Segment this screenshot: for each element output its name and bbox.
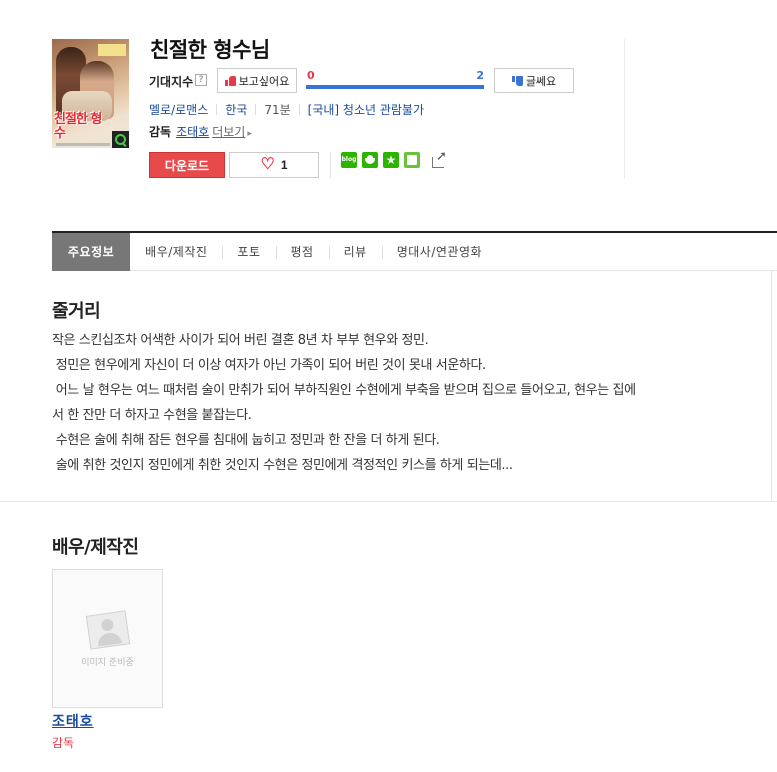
tab-quotes-related[interactable]: 명대사/연관영화 bbox=[381, 233, 497, 271]
poster-caption bbox=[56, 143, 110, 146]
meta-divider bbox=[298, 104, 300, 115]
movie-poster[interactable]: 친절한 형수 bbox=[52, 39, 129, 148]
want-to-see-button[interactable]: 보고싶어요 bbox=[217, 68, 297, 93]
meta-divider bbox=[255, 104, 257, 115]
want-count: 0 bbox=[307, 69, 315, 82]
country-link[interactable]: 한국 bbox=[225, 103, 247, 117]
genre-link[interactable]: 멜로/로맨스 bbox=[149, 103, 208, 117]
not-sure-button[interactable]: 글쎄요 bbox=[494, 68, 574, 93]
want-to-see-label: 보고싶어요 bbox=[238, 75, 290, 88]
photo-placeholder-icon bbox=[85, 610, 131, 650]
cafe-icon[interactable] bbox=[362, 152, 378, 168]
tab-cast-crew[interactable]: 배우/제작진 bbox=[130, 233, 222, 271]
synopsis-line: 작은 스킨십조차 어색한 사이가 되어 버린 결혼 8년 차 부부 현우와 정민… bbox=[52, 333, 429, 348]
synopsis-line: 정민은 현우에게 자신이 더 이상 여자가 아닌 가족이 되어 버린 것이 못내… bbox=[52, 358, 486, 373]
tab-photo[interactable]: 포토 bbox=[222, 233, 275, 271]
bookmark-star-icon[interactable]: ★ bbox=[383, 152, 399, 168]
synopsis-heading: 줄거리 bbox=[52, 301, 101, 322]
action-divider bbox=[330, 152, 331, 178]
poster-title: 친절한 형수 bbox=[54, 112, 102, 141]
meta-divider bbox=[216, 104, 218, 115]
share-icon[interactable] bbox=[431, 149, 449, 168]
share-icons: blog ★ bbox=[341, 149, 449, 168]
movie-title: 친절한 형수님 bbox=[150, 38, 270, 62]
director-label: 감독 bbox=[149, 125, 172, 139]
header-right-rule bbox=[624, 39, 625, 179]
download-button[interactable]: 다운로드 bbox=[149, 152, 225, 178]
more-link[interactable]: 더보기 bbox=[212, 125, 245, 139]
director-line: 감독 조태호 더보기 ▸ bbox=[149, 123, 252, 140]
blog-icon[interactable]: blog bbox=[341, 152, 357, 168]
section-divider bbox=[0, 501, 777, 502]
thumbs-down-icon bbox=[511, 75, 523, 86]
photo-placeholder-text: 이미지 준비중 bbox=[81, 658, 134, 668]
tab-rating[interactable]: 평점 bbox=[275, 233, 329, 271]
gauge-bar bbox=[306, 85, 484, 89]
synopsis-line: 수현은 술에 취해 잠든 현우를 침대에 눕히고 정민과 한 잔을 더 하게 된… bbox=[52, 433, 440, 448]
gauge-fill-nope bbox=[306, 85, 484, 89]
heart-icon: ♡ bbox=[260, 156, 275, 173]
like-count: 1 bbox=[280, 158, 288, 172]
tab-review[interactable]: 리뷰 bbox=[328, 233, 382, 271]
synopsis-line: 어느 날 현우는 여느 때처럼 술이 만취가 되어 부하직원인 수현에게 부축을… bbox=[52, 383, 636, 398]
content-right-border bbox=[771, 271, 772, 502]
poster-tagline bbox=[98, 44, 126, 56]
like-button[interactable]: ♡ 1 bbox=[229, 152, 319, 178]
expectation-label: 기대지수 bbox=[149, 75, 194, 89]
runtime: 71분 bbox=[264, 103, 291, 117]
question-icon[interactable]: ? bbox=[195, 74, 207, 86]
rating-link[interactable]: [국내] 청소년 관람불가 bbox=[308, 103, 424, 117]
synopsis-line: 서 한 잔만 더 하자고 수현을 붙잡는다. bbox=[52, 408, 252, 423]
cast-heading: 배우/제작진 bbox=[52, 537, 139, 558]
zoom-magnifier-icon[interactable] bbox=[112, 131, 129, 148]
director-name-link[interactable]: 조태호 bbox=[176, 125, 209, 139]
tab-main-info[interactable]: 주요정보 bbox=[52, 232, 131, 271]
synopsis-line: 술에 취한 것인지 정민에게 취한 것인지 수현은 정민에게 격정적인 키스를 … bbox=[52, 458, 513, 473]
expectation-gauge: 0 2 bbox=[306, 69, 486, 91]
thumbs-up-icon bbox=[224, 75, 236, 86]
cast-photo-card[interactable]: 이미지 준비중 bbox=[52, 569, 163, 708]
not-sure-label: 글쎄요 bbox=[525, 75, 557, 88]
cast-name-link[interactable]: 조태호 bbox=[52, 711, 94, 731]
synopsis-text: 작은 스킨십조차 어색한 사이가 되어 버린 결혼 8년 차 부부 현우와 정민… bbox=[52, 328, 720, 478]
band-icon[interactable] bbox=[404, 152, 420, 168]
chevron-right-icon: ▸ bbox=[247, 129, 252, 139]
movie-meta: 멜로/로맨스 한국 71분 [국내] 청소년 관람불가 bbox=[149, 101, 424, 118]
cast-role: 감독 bbox=[52, 736, 75, 750]
nope-count: 2 bbox=[476, 69, 484, 82]
tab-bar: 주요정보 배우/제작진 포토 평점 리뷰 명대사/연관영화 bbox=[52, 231, 777, 271]
